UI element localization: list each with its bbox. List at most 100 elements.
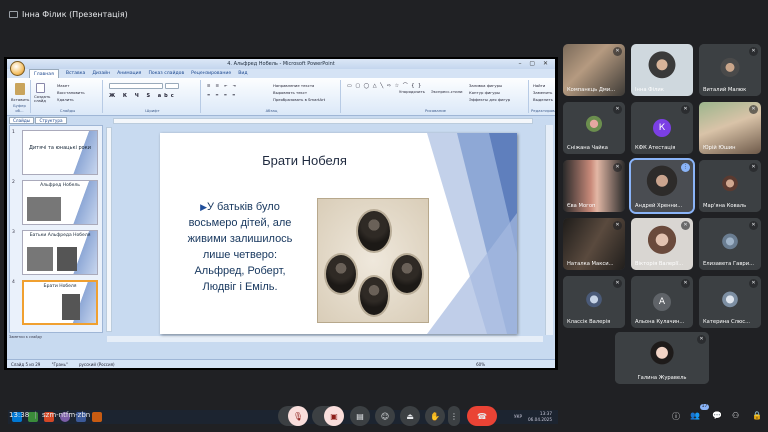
align-text-button[interactable]: Выровнять текст: [273, 90, 307, 95]
portrait: [324, 253, 358, 295]
captions-button[interactable]: ▤: [350, 406, 370, 426]
slide-thumbnail-selected[interactable]: Брати Нобеля: [22, 280, 98, 325]
chat-icon[interactable]: 💬: [712, 411, 722, 420]
tab-outline[interactable]: Структура: [35, 117, 67, 124]
slide-thumbnail[interactable]: Дитячі та юнацькі роки: [22, 130, 98, 175]
replace-button[interactable]: Заменить: [533, 90, 552, 95]
present-button[interactable]: ⏏: [400, 406, 420, 426]
tab-slides[interactable]: Слайды: [9, 117, 35, 124]
new-slide-button[interactable]: Создать слайд: [34, 95, 52, 103]
participant-tile[interactable]: А ✕ Альона Кулачин...: [631, 276, 693, 328]
presenter-label[interactable]: Інна Філик (Презентація): [9, 10, 128, 19]
reset-button[interactable]: Восстановить: [57, 90, 85, 95]
host-controls-icon[interactable]: 🔒: [752, 411, 762, 420]
raise-hand-button[interactable]: ✋: [425, 406, 445, 426]
screen-share-icon: [9, 11, 18, 18]
participant-tile[interactable]: ✕ Юрій Юшин: [699, 102, 761, 154]
font-name-select[interactable]: [109, 83, 163, 89]
shape-outline-button[interactable]: Контур фигуры: [469, 90, 500, 95]
slide-thumbnail[interactable]: Альфред Нобель: [22, 180, 98, 225]
tab-home[interactable]: Главная: [29, 69, 59, 78]
horizontal-scrollbar[interactable]: [107, 336, 543, 342]
ribbon: Вставить Буфер об... Создать слайд Макет…: [7, 78, 555, 116]
tab-insert[interactable]: Вставка: [66, 69, 85, 78]
paste-button[interactable]: Вставить: [11, 97, 29, 102]
participant-tile[interactable]: ✕ Вікторія Валерії...: [631, 218, 693, 270]
status-zoom[interactable]: 60%: [476, 360, 485, 368]
tab-review[interactable]: Рецензирование: [191, 69, 231, 78]
smartart-button[interactable]: Преобразовать в SmartArt: [273, 97, 325, 102]
thumb-decoration: [73, 131, 97, 174]
participant-tile[interactable]: ✕ Єва Могоп: [563, 160, 625, 212]
participant-tile[interactable]: ✕ Виталий Малюк: [699, 44, 761, 96]
mic-off-icon: ✕: [749, 221, 758, 230]
slides-pane: 1 Дитячі та юнацькі роки 2 Альфред Нобел…: [9, 125, 103, 333]
participant-tile-speaking[interactable]: ⋮ Андрей Хренни...: [629, 158, 695, 214]
layout-button[interactable]: Макет: [57, 83, 69, 88]
reactions-button[interactable]: ☺: [375, 406, 395, 426]
participant-tile[interactable]: ✕ Елизавета Гаври...: [699, 218, 761, 270]
delete-button[interactable]: Удалить: [57, 97, 74, 102]
mic-off-button[interactable]: 🎙: [288, 406, 308, 426]
clock-time: 13:38: [9, 411, 30, 419]
shapes-gallery[interactable]: ▭ ▢ ◯ △ ╲ ⇨ ☆ ⌒ { }: [347, 82, 422, 89]
vertical-scrollbar[interactable]: [545, 125, 553, 335]
font-size-select[interactable]: [165, 83, 179, 89]
shape-effects-button[interactable]: Эффекты для фигур: [469, 97, 510, 102]
activities-icon[interactable]: ⚇: [732, 411, 739, 420]
people-icon[interactable]: 👥: [690, 411, 700, 420]
bullet-text: У батьків було восьмеро дітей, але живим…: [187, 201, 293, 293]
arrange-button[interactable]: Упорядочить: [399, 89, 425, 94]
participant-tile[interactable]: ✕ Наталка Макси...: [563, 218, 625, 270]
window-controls[interactable]: – ▢ ✕: [518, 59, 551, 69]
window-title: 4. Альфред Нобель - Microsoft PowerPoint: [227, 61, 335, 67]
participant-tile[interactable]: ✕ Катерина Слюс...: [699, 276, 761, 328]
top-bar: Інна Філик (Презентація): [0, 0, 768, 30]
tab-view[interactable]: Вид: [238, 69, 247, 78]
participant-name: Юрій Юшин: [703, 145, 736, 151]
participant-tile[interactable]: Інна Філик: [631, 44, 693, 96]
participant-tile[interactable]: ✕ Мар'яна Коваль: [699, 160, 761, 212]
status-language: русский (Россия): [79, 362, 115, 367]
thumb-number: 4: [12, 280, 15, 285]
slide-thumbnail[interactable]: Батьки Альфреда Нобеля: [22, 230, 98, 275]
participant-tile[interactable]: ✕ Галина Журавель: [615, 332, 709, 384]
new-slide-icon[interactable]: [36, 83, 45, 93]
separator: |: [34, 411, 37, 419]
font-format-buttons[interactable]: Ж К Ч S abc: [109, 93, 177, 99]
shared-screen: 4. Альфред Нобель - Microsoft PowerPoint…: [4, 57, 558, 424]
notes-pane[interactable]: Заметки к слайду: [9, 335, 103, 341]
leave-call-button[interactable]: ☎: [467, 406, 497, 426]
align-buttons[interactable]: ≡ ≡ ≡ ≡: [207, 92, 237, 97]
group-drawing: ▭ ▢ ◯ △ ╲ ⇨ ☆ ⌒ { } Упорядочить Экспресс…: [343, 80, 529, 113]
mic-off-icon: ✕: [613, 221, 622, 230]
tab-design[interactable]: Дизайн: [92, 69, 110, 78]
paste-icon[interactable]: [15, 83, 25, 95]
participant-tile[interactable]: К ✕ КФК Атестація: [631, 102, 693, 154]
group-paragraph: ☰ ☰ ⇤ ⇥ ≡ ≡ ≡ ≡ Направление текста Выров…: [203, 80, 341, 113]
thumb-image: [57, 247, 77, 271]
participant-name: Классік Валерія: [567, 319, 611, 325]
office-button[interactable]: [10, 61, 25, 76]
camera-off-button[interactable]: ▣: [324, 406, 344, 426]
slide-bullet: ▶У батьків було восьмеро дітей, але живи…: [178, 199, 302, 295]
select-button[interactable]: Выделить: [533, 97, 553, 102]
shape-fill-button[interactable]: Заливка фигуры: [469, 83, 502, 88]
participant-name: Сніжана Чайка: [567, 145, 608, 151]
tab-slideshow[interactable]: Показ слайдов: [148, 69, 184, 78]
participant-tile[interactable]: ✕ Компанєць Дми...: [563, 44, 625, 96]
list-buttons[interactable]: ☰ ☰ ⇤ ⇥: [207, 83, 238, 88]
find-button[interactable]: Найти: [533, 83, 545, 88]
participant-tile[interactable]: ✕ Сніжана Чайка: [563, 102, 625, 154]
text-direction-button[interactable]: Направление текста: [273, 83, 314, 88]
quick-styles-button[interactable]: Экспресс-стили: [431, 89, 462, 94]
info-icon[interactable]: ⓘ: [672, 411, 680, 422]
slide-canvas[interactable]: Брати Нобеля ▶У батьків було восьмеро ді…: [160, 133, 517, 334]
thumb-title: Дитячі та юнацькі роки: [29, 145, 91, 151]
more-options-button[interactable]: ⋮: [448, 406, 460, 426]
participant-tile[interactable]: ✕ Классік Валерія: [563, 276, 625, 328]
slide-title: Брати Нобеля: [262, 153, 347, 168]
participant-count-badge: 17: [700, 404, 709, 410]
tab-animation[interactable]: Анимация: [117, 69, 141, 78]
mic-off-icon: ✕: [613, 279, 622, 288]
